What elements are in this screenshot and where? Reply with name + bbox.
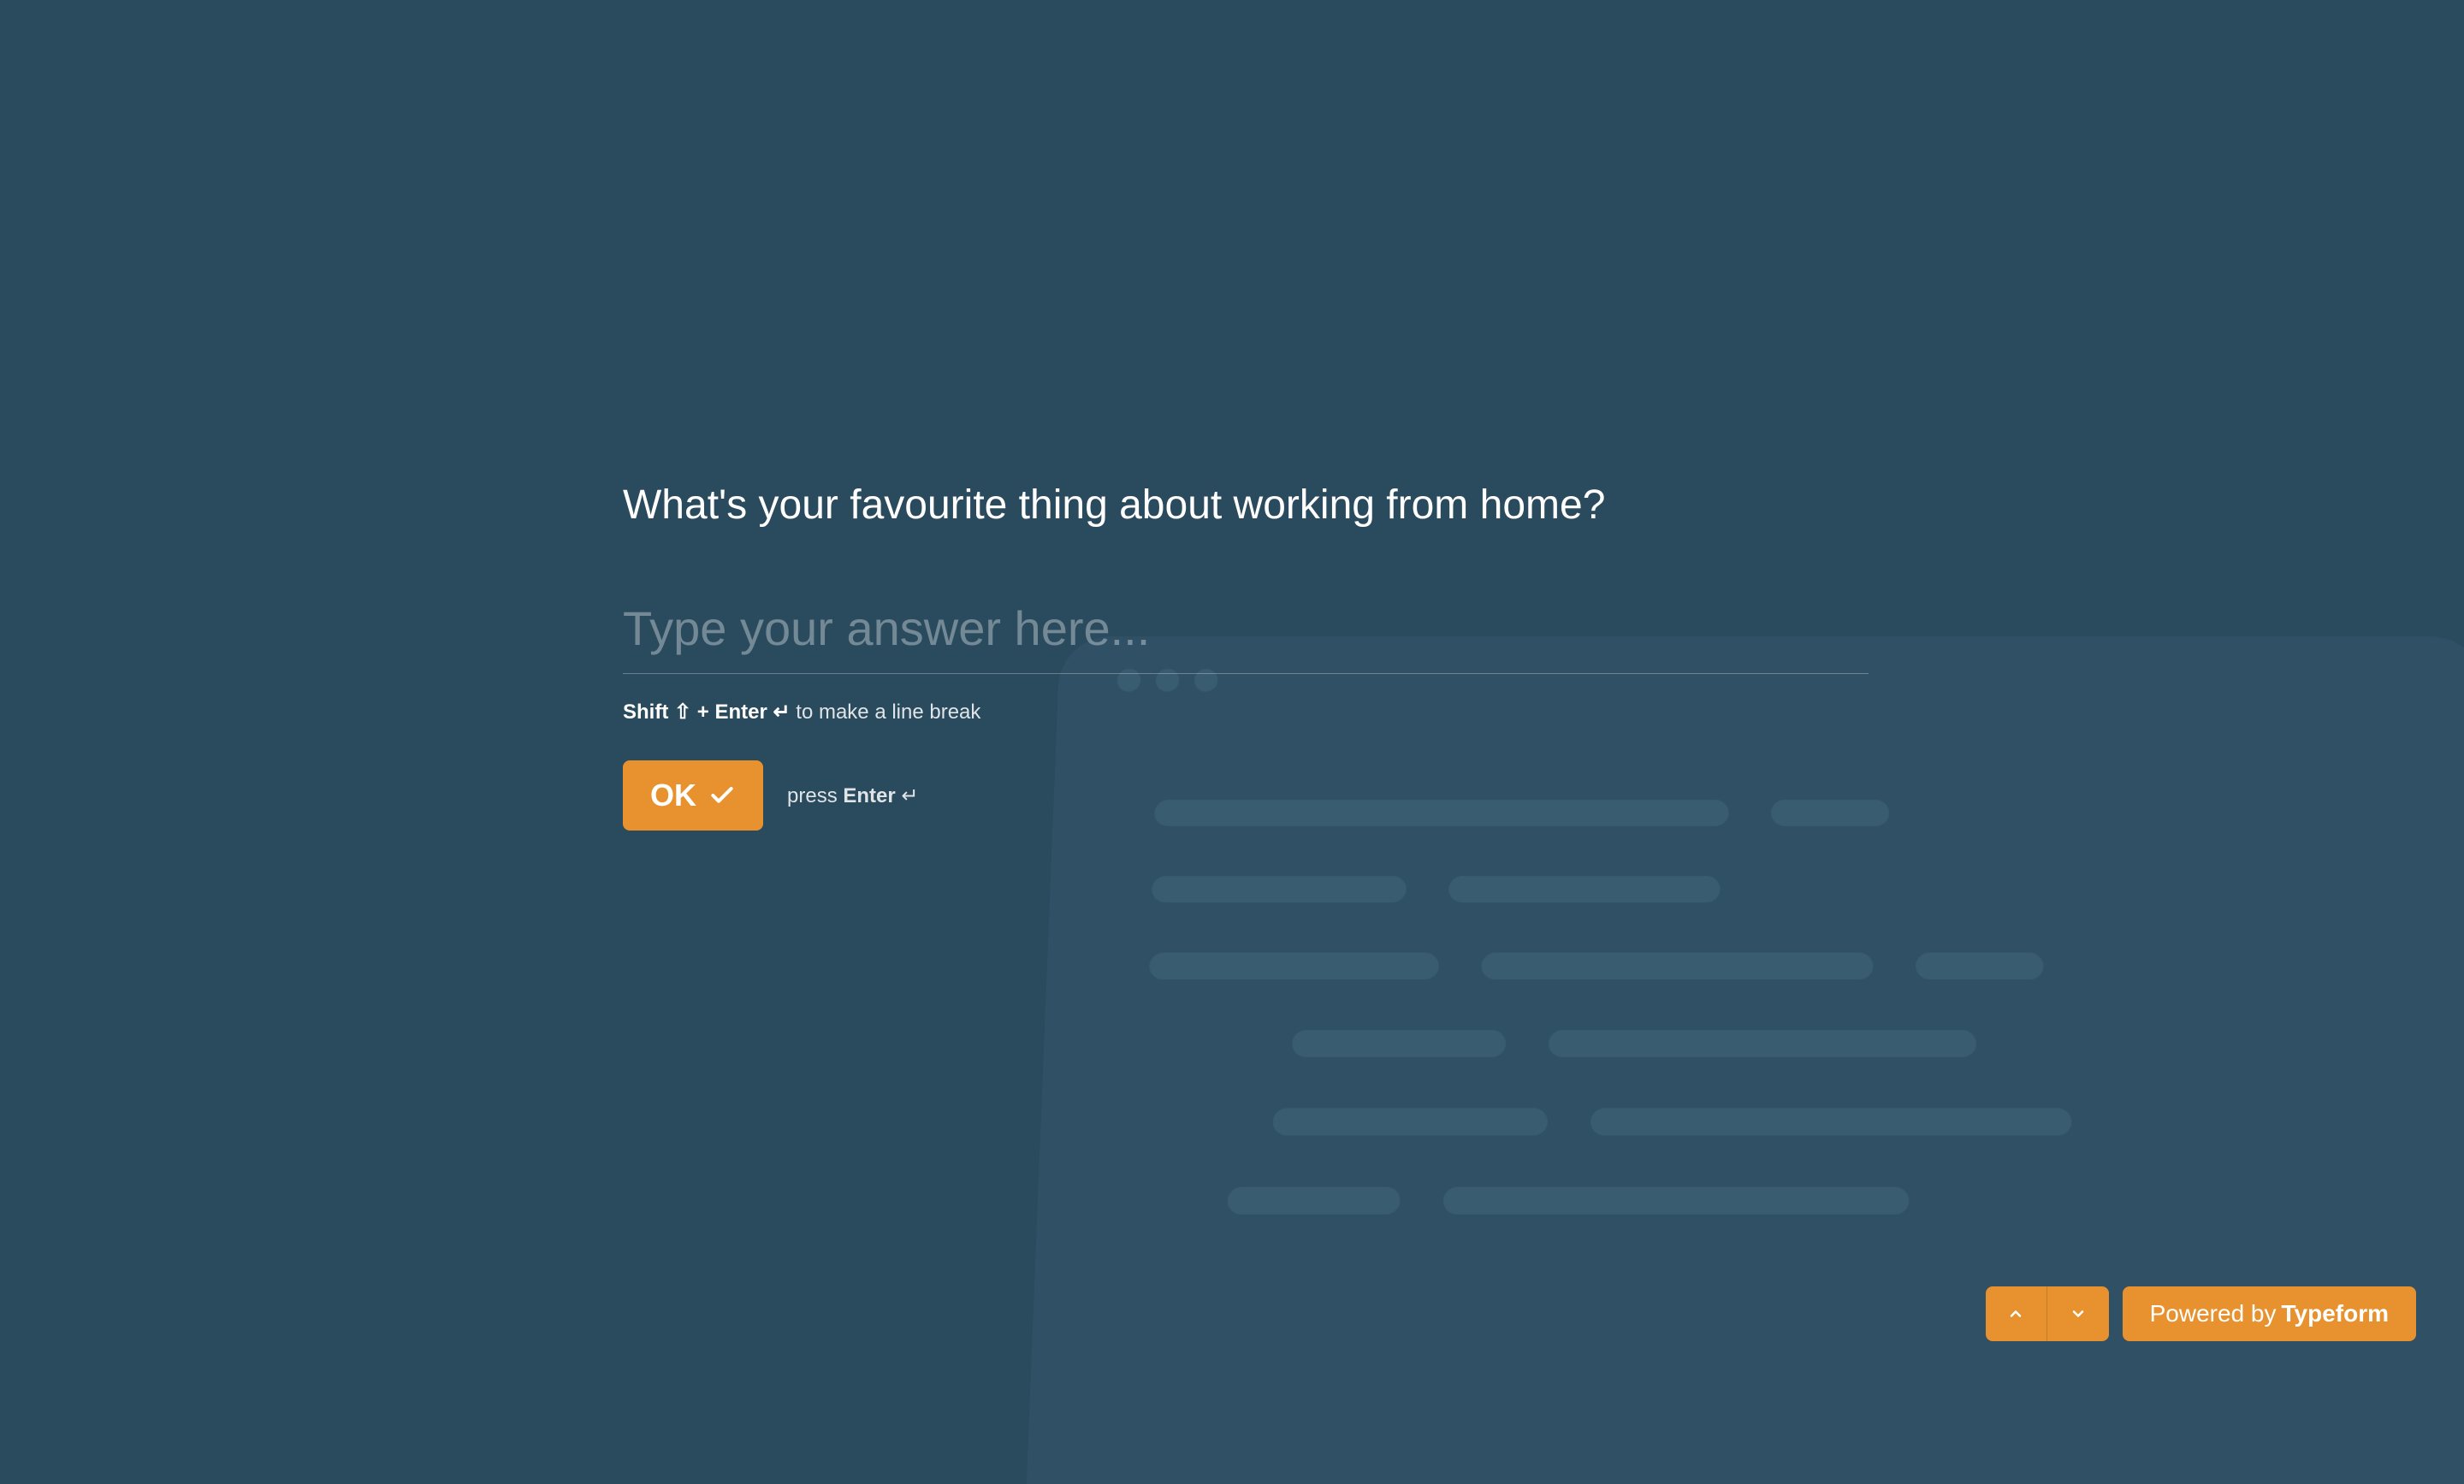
chevron-up-icon bbox=[2007, 1305, 2024, 1322]
footer-controls: Powered by Typeform bbox=[1986, 1286, 2416, 1341]
mug-illustration bbox=[1643, 1179, 1882, 1435]
question-title: What's your favourite thing about workin… bbox=[623, 479, 1869, 532]
press-enter-hint: press Enter ↵ bbox=[787, 783, 919, 808]
nav-buttons bbox=[1986, 1286, 2109, 1341]
powered-by-link[interactable]: Powered by Typeform bbox=[2123, 1286, 2416, 1341]
chevron-down-icon bbox=[2070, 1305, 2087, 1322]
brand-name: Typeform bbox=[2282, 1300, 2390, 1327]
powered-by-text: Powered by bbox=[2150, 1300, 2277, 1327]
check-icon bbox=[708, 782, 736, 809]
button-row: OK press Enter ↵ bbox=[623, 760, 1869, 831]
nav-down-button[interactable] bbox=[2047, 1286, 2109, 1341]
line-break-hint: Shift ⇧ + Enter ↵ to make a line break bbox=[623, 700, 1869, 724]
answer-input[interactable] bbox=[623, 600, 1869, 674]
nav-up-button[interactable] bbox=[1986, 1286, 2047, 1341]
question-container: What's your favourite thing about workin… bbox=[623, 479, 1869, 831]
ok-button-label: OK bbox=[650, 777, 696, 813]
ok-button[interactable]: OK bbox=[623, 760, 763, 831]
